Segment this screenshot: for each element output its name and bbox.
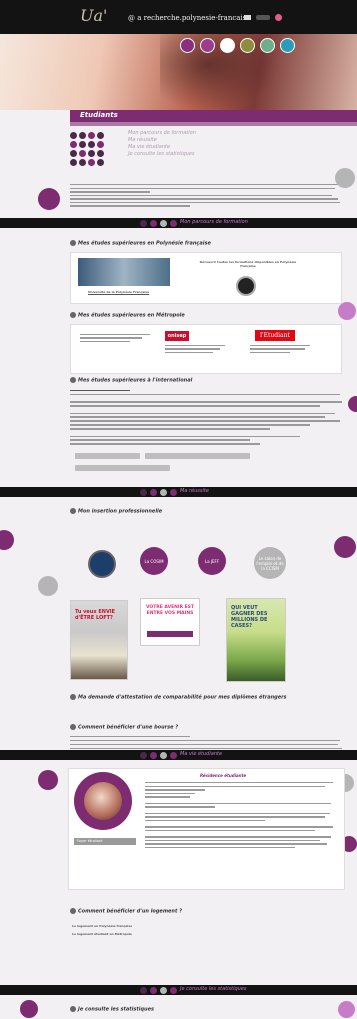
deco-circle (334, 536, 356, 558)
block-bourse: Comment bénéficier d'une bourse ? (70, 724, 178, 731)
block-stats: Je consulte les statistiques (70, 1006, 154, 1013)
block-insertion: Mon insertion professionnelle (70, 508, 162, 515)
section-title-vie: Ma vie étudiante (180, 751, 223, 757)
section-title-stats: Je consulte les statistiques (180, 986, 247, 992)
etudiant-logo[interactable]: l'Etudiant (255, 330, 295, 341)
arrow-icon (70, 694, 76, 700)
upf-caption[interactable]: Université de la Polynésie Française (88, 290, 149, 294)
deco-circle (338, 302, 356, 320)
arrow-icon (70, 724, 76, 730)
arrow-icon (70, 240, 76, 246)
menu-vie[interactable]: Ma vie étudiante (128, 144, 196, 151)
arrow-icon (70, 508, 76, 514)
block-etudes-etranger: Mes études supérieures à l'international (70, 377, 192, 384)
deco-circle (338, 1001, 355, 1018)
deco-circle (0, 530, 14, 550)
dot-grid (70, 132, 120, 172)
block-etudes-metro: Mes études supérieures en Métropole (70, 312, 185, 319)
site-name[interactable]: @ a recherche.polynesie-francaise (128, 14, 250, 22)
poster-2-text: VOTRE AVENIR EST ENTRE VOS MAINS (146, 605, 194, 616)
deco-circle (38, 576, 58, 596)
link-button[interactable] (75, 453, 140, 459)
deco-circle (38, 188, 60, 210)
nav-contact-icon[interactable] (280, 38, 295, 53)
block-title[interactable]: Je consulte les statistiques (78, 1007, 154, 1013)
block-title: Comment bénéficier d'un logement ? (78, 908, 183, 915)
deco-circle (335, 168, 355, 188)
logement-link-pf[interactable]: Le logement en Polynésie française (72, 924, 132, 928)
metro-item-3 (250, 345, 310, 354)
logement-link-metro[interactable]: Le logement étudiant en Métropole (72, 932, 132, 936)
block-title[interactable]: Ma demande d'attestation de comparabilit… (78, 695, 287, 701)
metro-item-2 (165, 345, 225, 354)
section-band-stats: Je consulte les statistiques (0, 985, 357, 995)
menu-reussite[interactable]: Ma réussite (128, 137, 196, 144)
menu-parcours[interactable]: Mon parcours de formation (128, 130, 196, 137)
flag-icon[interactable] (244, 15, 251, 20)
insertion-icon[interactable] (88, 550, 116, 578)
block-title: Mes études supérieures en Métropole (78, 312, 185, 319)
nav-partners-icon[interactable] (260, 38, 275, 53)
section-band-vie: Ma vie étudiante (0, 750, 357, 760)
nav-innovation-icon[interactable] (240, 38, 255, 53)
deco-circle (348, 396, 357, 412)
onisep-logo[interactable]: onisep (165, 331, 189, 341)
jeff-circle[interactable]: La JEFF (198, 547, 226, 575)
vie-right-title: Résidence étudiante (200, 773, 247, 778)
section-band-parcours: Mon parcours de formation (0, 218, 357, 228)
arrow-icon (70, 908, 76, 914)
poster-1-text: Tu veux ENVIE d'ÊTRE LOFT? (75, 609, 116, 621)
arrow-icon (70, 377, 76, 383)
arrow-icon (70, 1006, 76, 1012)
upf-photo[interactable] (78, 258, 170, 286)
nav-home-icon[interactable] (180, 38, 195, 53)
page-title-bar: Etudiants (70, 110, 357, 122)
etranger-text (70, 390, 345, 445)
poster-1[interactable]: Tu veux ENVIE d'ÊTRE LOFT? (70, 600, 128, 680)
intro-paragraph (70, 184, 340, 207)
page: Ua' @ a recherche.polynesie-francaise Et… (0, 0, 357, 1019)
deco-circle (20, 1000, 38, 1018)
seal-icon (236, 276, 256, 296)
lang-icon[interactable] (275, 14, 282, 21)
block-title: Mon insertion professionnelle (78, 508, 163, 515)
arrow-icon (70, 312, 76, 318)
block-logement: Comment bénéficier d'un logement ? (70, 908, 182, 915)
toggle-icon[interactable] (256, 15, 270, 20)
title-underbar (70, 122, 357, 126)
block-title: Comment bénéficier d'une bourse ? (78, 724, 179, 731)
decouvrir-link[interactable]: Découvrir toutes les formations disponib… (198, 260, 298, 268)
block-title: Mes études supérieures à l'international (78, 377, 193, 384)
vie-caption: Foyer étudiant (74, 838, 136, 845)
page-title: Etudiants (80, 111, 118, 119)
menu-stats[interactable]: Je consulte les statistiques (128, 151, 196, 158)
salon-circle[interactable]: Le salon de l'emploi et de la CCISM (254, 547, 286, 579)
vie-photo-frame (74, 772, 132, 830)
nav-research-icon[interactable] (200, 38, 215, 53)
section-band-reussite: Ma réussite (0, 487, 357, 497)
vie-photo[interactable] (84, 782, 122, 820)
poster-3-text: QUI VEUT GAGNER DES MILLIONS DE CASES? (231, 605, 268, 629)
poster-2[interactable]: VOTRE AVENIR EST ENTRE VOS MAINS (140, 598, 200, 646)
deco-circle (38, 770, 58, 790)
page-menu: Mon parcours de formation Ma réussite Ma… (128, 130, 196, 158)
vie-text (145, 782, 335, 849)
link-button[interactable] (145, 453, 250, 459)
block-etudes-pf: Mes études supérieures en Polynésie fran… (70, 240, 211, 247)
section-title-parcours: Mon parcours de formation (180, 219, 248, 225)
section-title-reussite: Ma réussite (180, 488, 209, 494)
logo-script: Ua' (80, 6, 108, 25)
block-title: Mes études supérieures en Polynésie fran… (78, 240, 211, 247)
cosim-circle[interactable]: La COSIM (140, 547, 168, 575)
block-equivalence: Ma demande d'attestation de comparabilit… (70, 694, 287, 701)
metro-item-1[interactable] (80, 334, 150, 343)
nav-student-icon[interactable] (220, 38, 235, 53)
poster-3[interactable]: QUI VEUT GAGNER DES MILLIONS DE CASES? (226, 598, 286, 682)
link-button[interactable] (75, 465, 170, 471)
